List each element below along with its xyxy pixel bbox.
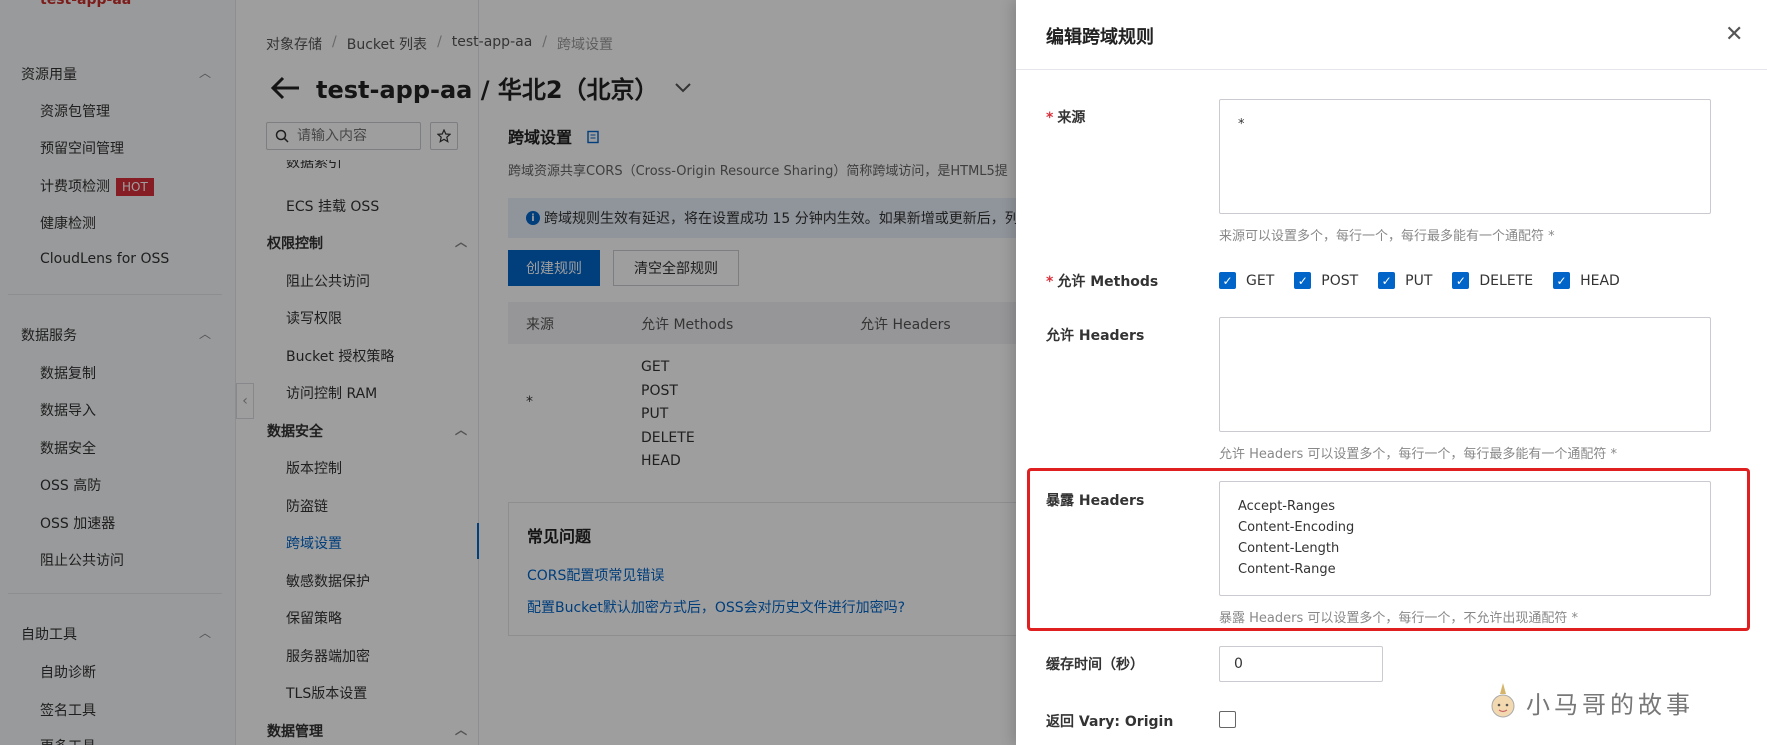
modal-overlay[interactable] (0, 0, 1016, 745)
origin-textarea[interactable]: * (1219, 99, 1711, 214)
checkbox-label: GET (1246, 272, 1275, 289)
checkbox-head[interactable]: ✓ HEAD (1553, 272, 1620, 289)
expose-headers-textarea[interactable]: Accept-Ranges Content-Encoding Content-L… (1219, 481, 1711, 596)
checkmark-icon[interactable]: ✓ (1452, 272, 1470, 289)
checkmark-icon[interactable]: ✓ (1294, 272, 1312, 289)
cache-time-input[interactable]: 0 (1219, 646, 1383, 682)
watermark-text: 小马哥的故事 (1526, 690, 1694, 719)
close-icon[interactable]: ✕ (1725, 22, 1743, 47)
checkmark-icon[interactable]: ✓ (1219, 272, 1236, 289)
checkbox-post[interactable]: ✓ POST (1294, 272, 1358, 289)
origin-label: * 来源 (1046, 110, 1086, 126)
edit-cors-drawer: 编辑跨域规则 ✕ * 来源 * 来源可以设置多个，每行一个，每行最多能有一个通配符… (1016, 0, 1767, 745)
expose-headers-help: 暴露 Headers 可以设置多个，每行一个，不允许出现通配符 * (1219, 611, 1579, 626)
checkmark-icon[interactable]: ✓ (1378, 272, 1396, 289)
expose-headers-label: 暴露 Headers (1046, 493, 1145, 509)
drawer-header: 编辑跨域规则 ✕ (1016, 0, 1767, 70)
origin-help: 来源可以设置多个，每行一个，每行最多能有一个通配符 * (1219, 229, 1555, 244)
checkmark-icon[interactable]: ✓ (1553, 272, 1571, 289)
label-text: 来源 (1057, 110, 1086, 126)
vary-origin-checkbox[interactable] (1219, 711, 1236, 728)
vary-origin-label: 返回 Vary: Origin (1046, 714, 1174, 730)
checkbox-label: DELETE (1479, 272, 1534, 289)
checkbox-get[interactable]: ✓ GET (1219, 272, 1274, 289)
checkbox-label: HEAD (1580, 272, 1620, 289)
cache-time-label: 缓存时间（秒） (1046, 657, 1144, 673)
label-text: 允许 Methods (1057, 274, 1159, 290)
allow-headers-help: 允许 Headers 可以设置多个，每行一个，每行最多能有一个通配符 * (1219, 447, 1618, 462)
cartoon-avatar-icon (1491, 683, 1515, 718)
allow-headers-textarea[interactable] (1219, 317, 1711, 432)
methods-label: * 允许 Methods (1046, 274, 1159, 290)
drawer-title: 编辑跨域规则 (1046, 27, 1154, 48)
checkbox-label: PUT (1405, 272, 1433, 289)
allow-headers-label: 允许 Headers (1046, 328, 1145, 344)
checkbox-delete[interactable]: ✓ DELETE (1452, 272, 1533, 289)
methods-checkbox-group: ✓ GET ✓ POST ✓ PUT ✓ DELETE ✓ HEAD (1219, 272, 1620, 289)
watermark: 小马哥的故事 (1486, 682, 1694, 722)
checkbox-put[interactable]: ✓ PUT (1378, 272, 1432, 289)
checkbox-label: POST (1321, 272, 1359, 289)
